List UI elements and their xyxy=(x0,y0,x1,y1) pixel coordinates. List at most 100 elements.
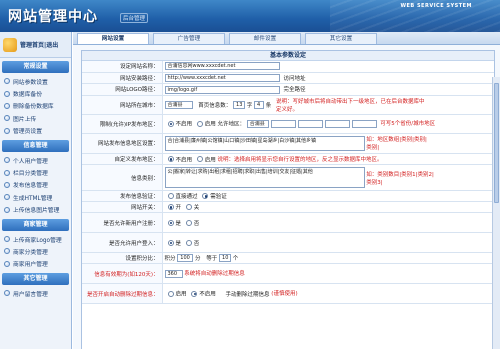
sidebar-section-other[interactable]: 其它管理 xyxy=(2,273,69,286)
sidebar-item-post-images[interactable]: 上传信息图片管理 xyxy=(0,204,71,216)
sidebar-item-html[interactable]: 生成HTML管理 xyxy=(0,191,71,203)
reg-verify-label: 是否允许新用户注册： xyxy=(82,212,163,233)
allow-area-input-2[interactable] xyxy=(270,119,296,128)
bullet-icon xyxy=(4,194,10,201)
sidebar-item-db-backup[interactable]: 数据库备份 xyxy=(0,87,71,99)
service-label: WEB SERVICE SYSTEM xyxy=(400,3,472,9)
review-direct-radio[interactable] xyxy=(167,193,174,199)
user-login-label: 是否允许用户登入： xyxy=(82,232,163,253)
sidebar-item-image-upload[interactable]: 图片上传 xyxy=(0,112,71,124)
points-input[interactable]: 100 xyxy=(177,254,194,262)
form-row: 网站发布信息地区设置： 合|合浦县|廉州镇|公馆镇|山口镇|沙田镇|星岛湖乡|白… xyxy=(82,133,494,154)
bullet-icon xyxy=(4,102,10,109)
auto-delete-off-radio[interactable] xyxy=(191,290,198,297)
city-label: 网站所在城市： xyxy=(82,95,163,115)
bullet-icon xyxy=(4,260,10,267)
login-yes-radio[interactable] xyxy=(167,239,174,246)
site-on-radio[interactable] xyxy=(167,204,174,210)
main-scrollbar[interactable] xyxy=(492,77,500,349)
logo-path-label: 网站LOGO路径： xyxy=(82,83,163,96)
home-chars-input[interactable]: 13 xyxy=(233,100,246,109)
points-prefix: 积分 xyxy=(164,256,176,262)
allow-area-input-1[interactable]: 合浦县 xyxy=(246,119,269,128)
bullet-icon xyxy=(4,78,10,85)
logo-path-hint: 完全路径 xyxy=(283,87,306,93)
auto-delete-on-radio[interactable] xyxy=(167,290,174,297)
publish-review-label: 发布信息验证： xyxy=(82,190,163,202)
bullet-icon xyxy=(4,127,10,134)
auto-delete-on-label: 启用 xyxy=(175,291,187,298)
form-row: 设置积分比： 积分 100 分 等于 10 个 xyxy=(82,252,494,264)
sidebar-item-site-settings[interactable]: 网站参数设置 xyxy=(0,75,71,87)
sidebar-item-messages[interactable]: 用户留言管理 xyxy=(0,287,71,299)
scrollbar-thumb[interactable] xyxy=(494,83,499,203)
reg-yes-radio[interactable] xyxy=(167,219,174,226)
tab-email[interactable]: 邮件设置 xyxy=(229,33,301,44)
login-yes-label: 是 xyxy=(175,240,182,247)
form-row: 网站安装路径： http://www.xxxcdet.net 访问地址 xyxy=(82,72,494,84)
home-num-input[interactable]: 4 xyxy=(254,100,265,109)
main-content: 网站设置 广告管理 邮件设置 其它设置 基本参数设定 设定网站名称： 合浦信息网… xyxy=(73,32,500,349)
site-switch-label: 网站开关： xyxy=(82,201,163,213)
reg-no-radio[interactable] xyxy=(185,219,192,226)
form-row: 信息有效期为(如120天)： 360 系统将自动删除过期信息 xyxy=(82,263,494,284)
sidebar-item-merchant-categories[interactable]: 商家分类管理 xyxy=(0,245,71,257)
info-type-note: 如：类别数目|类别1|类别2|类别3| xyxy=(366,171,434,186)
logo-path-input[interactable]: img/logo.gif xyxy=(164,85,280,94)
sidebar-item-delete-backup[interactable]: 删除备份数据库 xyxy=(0,100,71,112)
publish-area-label: 网站发布信息地区设置： xyxy=(82,133,163,154)
site-url-input[interactable]: http://www.xxxcdet.net xyxy=(164,74,280,82)
review-verify-radio[interactable] xyxy=(202,193,209,199)
custom-area-on-radio[interactable] xyxy=(196,156,203,162)
sidebar-top-link[interactable]: 管理首页|退出 xyxy=(0,32,71,58)
money-prefix: 等于 xyxy=(206,256,218,262)
sidebar-item-users[interactable]: 个人用户管理 xyxy=(0,154,71,166)
ip-limit-off-radio[interactable] xyxy=(167,120,174,127)
sidebar-item-merchant-logo[interactable]: 上传商家Logo管理 xyxy=(0,233,71,245)
publish-area-textarea[interactable]: 合|合浦县|廉州镇|公馆镇|山口镇|沙田镇|星岛湖乡|白沙镇|其他乡镇 xyxy=(164,135,365,151)
sidebar-item-admins[interactable]: 管理员设置 xyxy=(0,125,71,137)
sidebar-item-categories[interactable]: 栏目分类管理 xyxy=(0,166,71,178)
login-no-radio[interactable] xyxy=(185,239,192,246)
sidebar-top-label: 管理首页|退出 xyxy=(20,42,59,49)
site-name-input[interactable]: 合浦信息网www.xxxcdet.net xyxy=(164,62,280,71)
tab-other[interactable]: 其它设置 xyxy=(305,33,377,44)
site-off-radio[interactable] xyxy=(185,204,192,210)
publish-area-note: 如：地区数组|类别|类别|类别| xyxy=(366,137,427,151)
ip-limit-on-radio[interactable] xyxy=(196,120,203,127)
home-num-unit: 条 xyxy=(265,102,272,109)
manual-delete-link[interactable]: 手动删除过期信息 xyxy=(226,292,270,298)
allow-area-input-5[interactable] xyxy=(351,119,377,128)
login-no-label: 否 xyxy=(193,240,200,247)
site-name-label: 设定网站名称： xyxy=(82,61,163,73)
form-row: 是否允许用户登入： 是 否 xyxy=(82,232,494,253)
site-on-label: 开 xyxy=(175,205,182,211)
bullet-icon xyxy=(4,181,10,188)
info-type-textarea[interactable]: 公|搬家|转让|求购|出租|求租|招聘|求职|出售|培训|交友|征婚|其他 xyxy=(164,167,365,188)
custom-area-off-label: 不启用 xyxy=(175,157,193,163)
sidebar-item-posts[interactable]: 发布信息管理 xyxy=(0,179,71,191)
allow-area-input-3[interactable] xyxy=(297,119,323,128)
sidebar-item-merchant-users[interactable]: 商家用户管理 xyxy=(0,258,71,270)
custom-area-off-radio[interactable] xyxy=(167,156,174,162)
app-header: 网站管理中心 后台管理 WEB SERVICE SYSTEM xyxy=(0,0,500,32)
sidebar-section-merchants[interactable]: 商家管理 xyxy=(2,218,69,231)
app-subtitle: 后台管理 xyxy=(120,13,149,23)
info-type-label: 信息类别： xyxy=(82,164,163,191)
tab-ads[interactable]: 广告管理 xyxy=(153,33,225,44)
home-chars-unit: 字 xyxy=(246,102,253,109)
site-url-hint: 访问地址 xyxy=(283,75,306,82)
sidebar-section-info[interactable]: 信息管理 xyxy=(2,139,69,152)
review-direct-label: 直接通过 xyxy=(175,194,198,200)
bullet-icon xyxy=(4,90,10,97)
sidebar-section-general[interactable]: 常规设置 xyxy=(2,61,69,73)
ip-limit-off-label: 不启用 xyxy=(175,121,193,128)
city-note: 说明：写好城市后将自动带出下一级地区，已在后台数据库中定义好。 xyxy=(276,98,425,113)
expire-label: 信息有效期为(如120天)： xyxy=(82,263,163,284)
money-input[interactable]: 10 xyxy=(219,254,232,262)
city-input[interactable]: 合浦县 xyxy=(164,100,193,109)
ip-limit-note: 可写5个省份/城市地区 xyxy=(380,121,436,128)
allow-area-input-4[interactable] xyxy=(324,119,350,128)
tab-site-settings[interactable]: 网站设置 xyxy=(77,33,149,44)
expire-input[interactable]: 360 xyxy=(164,269,183,278)
